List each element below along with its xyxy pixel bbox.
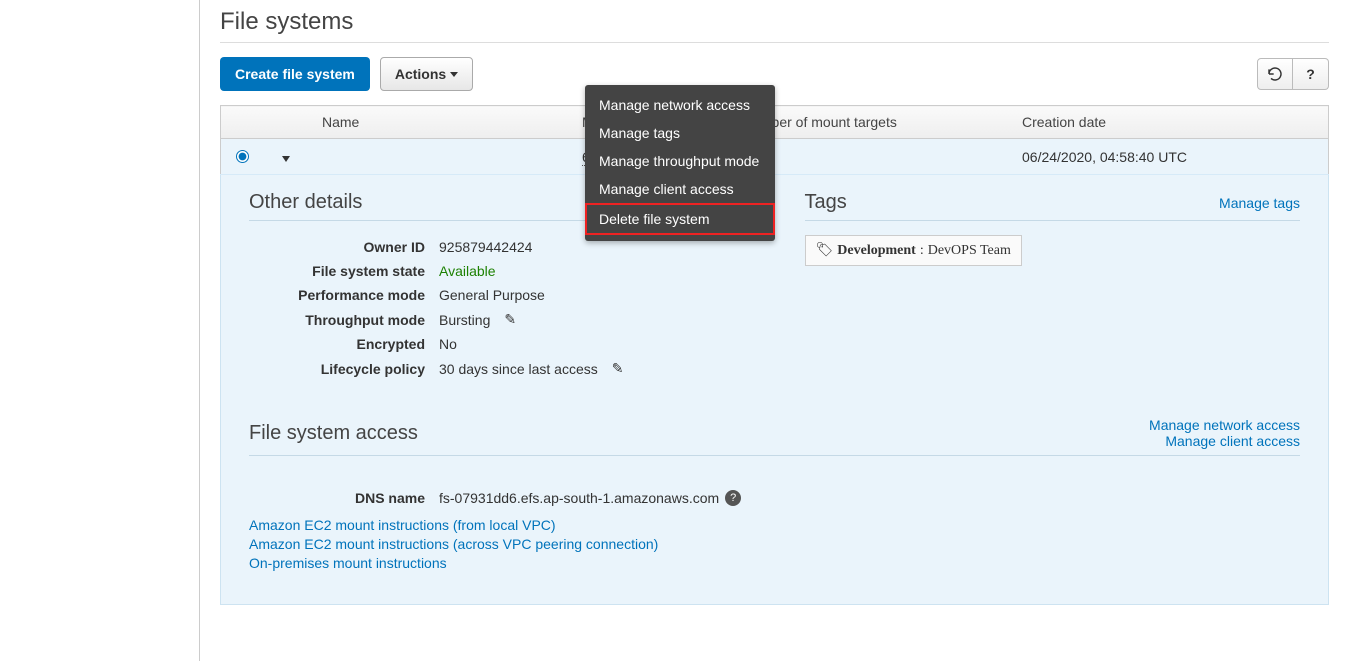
tags-title: Tags bbox=[805, 191, 847, 214]
dns-name-value: fs-07931dd6.efs.ap-south-1.amazonaws.com bbox=[439, 490, 719, 506]
throughput-label: Throughput mode bbox=[249, 312, 439, 328]
cell-name bbox=[312, 139, 572, 175]
mount-instruction-links: Amazon EC2 mount instructions (from loca… bbox=[249, 517, 1300, 571]
lifecycle-value: 30 days since last access bbox=[439, 361, 598, 377]
mount-link-onprem[interactable]: On-premises mount instructions bbox=[249, 555, 1300, 571]
actions-dropdown-menu: Manage network access Manage tags Manage… bbox=[585, 85, 775, 241]
menu-manage-tags[interactable]: Manage tags bbox=[585, 119, 775, 147]
throughput-value: Bursting bbox=[439, 312, 490, 328]
help-button[interactable]: ? bbox=[1293, 58, 1329, 90]
fs-access-title: File system access bbox=[249, 422, 418, 445]
chevron-down-icon bbox=[450, 72, 458, 77]
actions-dropdown-button[interactable]: Actions bbox=[380, 57, 473, 91]
title-divider bbox=[220, 42, 1329, 43]
row-expand-toggle[interactable] bbox=[282, 156, 290, 162]
cell-creation-date: 06/24/2020, 04:58:40 UTC bbox=[1012, 139, 1329, 175]
file-system-access-section: File system access Manage network access… bbox=[249, 417, 1300, 571]
other-details-title: Other details bbox=[249, 191, 362, 214]
owner-id-value: 925879442424 bbox=[439, 239, 532, 255]
perf-mode-label: Performance mode bbox=[249, 287, 439, 303]
col-select bbox=[221, 106, 263, 139]
fs-state-value: Available bbox=[439, 263, 496, 279]
dns-name-label: DNS name bbox=[249, 490, 439, 506]
tag-value: DevOPS Team bbox=[928, 243, 1011, 259]
edit-throughput-button[interactable]: ✎ bbox=[504, 311, 516, 328]
tag-icon: 🏷 bbox=[816, 242, 834, 259]
menu-manage-network-access[interactable]: Manage network access bbox=[585, 91, 775, 119]
edit-lifecycle-button[interactable]: ✎ bbox=[612, 360, 624, 377]
manage-client-access-link[interactable]: Manage client access bbox=[1149, 433, 1300, 449]
encrypted-label: Encrypted bbox=[249, 336, 439, 352]
dns-help-icon[interactable]: ? bbox=[725, 490, 741, 506]
tags-column: Tags Manage tags 🏷 Development: DevOPS T… bbox=[805, 191, 1301, 381]
tag-chip: 🏷 Development: DevOPS Team bbox=[805, 235, 1022, 266]
row-select-radio[interactable] bbox=[236, 150, 249, 163]
perf-mode-value: General Purpose bbox=[439, 287, 545, 303]
col-creation-date[interactable]: Creation date bbox=[1012, 106, 1329, 139]
menu-manage-throughput-mode[interactable]: Manage throughput mode bbox=[585, 147, 775, 175]
menu-manage-client-access[interactable]: Manage client access bbox=[585, 175, 775, 203]
manage-tags-link[interactable]: Manage tags bbox=[1219, 195, 1300, 211]
menu-delete-file-system[interactable]: Delete file system bbox=[585, 203, 775, 235]
manage-network-access-link[interactable]: Manage network access bbox=[1149, 417, 1300, 433]
actions-label: Actions bbox=[395, 64, 446, 84]
left-sidebar-placeholder bbox=[0, 0, 200, 661]
refresh-button[interactable] bbox=[1257, 58, 1293, 90]
col-expand bbox=[262, 106, 312, 139]
tag-key: Development bbox=[837, 243, 916, 259]
page-title: File systems bbox=[220, 8, 1329, 36]
lifecycle-label: Lifecycle policy bbox=[249, 361, 439, 377]
mount-link-local-vpc[interactable]: Amazon EC2 mount instructions (from loca… bbox=[249, 517, 1300, 533]
refresh-icon bbox=[1267, 66, 1283, 82]
create-file-system-button[interactable]: Create file system bbox=[220, 57, 370, 91]
fs-state-label: File system state bbox=[249, 263, 439, 279]
help-icon: ? bbox=[1306, 66, 1315, 82]
main-content: File systems Create file system Actions … bbox=[200, 0, 1349, 661]
mount-link-across-vpc[interactable]: Amazon EC2 mount instructions (across VP… bbox=[249, 536, 1300, 552]
col-name[interactable]: Name bbox=[312, 106, 572, 139]
owner-id-label: Owner ID bbox=[249, 239, 439, 255]
encrypted-value: No bbox=[439, 336, 457, 352]
